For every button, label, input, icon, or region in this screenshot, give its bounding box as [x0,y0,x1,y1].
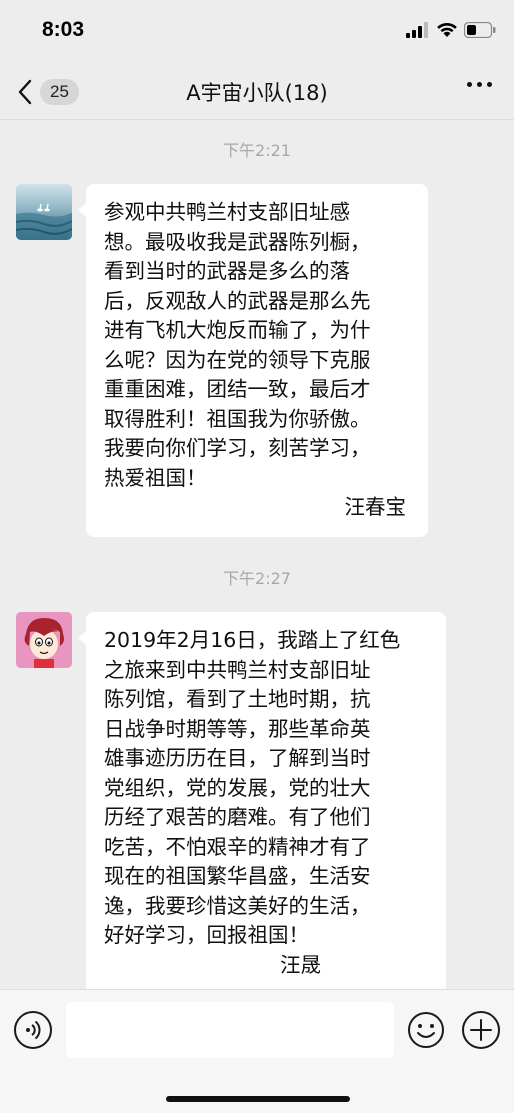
status-bar: 8:03 [0,0,514,62]
chat-area[interactable]: 下午2:21 参观中共鸭兰村支部旧址感 想。最吸收我是武器陈列橱， 看到当时的武… [0,121,514,989]
lake-photo-avatar[interactable] [16,184,72,240]
wifi-icon [437,22,457,37]
emoji-button[interactable] [407,1011,445,1049]
cartoon-girl-avatar[interactable] [16,612,72,668]
more-button[interactable] [467,82,492,87]
message-input[interactable] [66,1002,394,1058]
home-indicator[interactable] [166,1096,350,1102]
battery-icon [464,22,496,38]
message-text: 2019年2月16日，我踏上了红色 之旅来到中共鸭兰村支部旧址 陈列馆，看到了土… [104,628,401,947]
input-bar [0,989,514,1113]
message-timestamp: 下午2:21 [223,141,291,160]
emoji-icon [408,1012,444,1048]
message-text: 参观中共鸭兰村支部旧址感 想。最吸收我是武器陈列橱， 看到当时的武器是多么的落 … [104,200,371,490]
message-bubble[interactable]: 参观中共鸭兰村支部旧址感 想。最吸收我是武器陈列橱， 看到当时的武器是多么的落 … [78,184,428,537]
message-signature: 汪春宝 [344,495,407,519]
voice-button[interactable] [14,1011,52,1049]
voice-icon [26,1020,41,1040]
plus-icon [470,1019,492,1041]
status-time: 8:03 [42,18,85,41]
plus-button[interactable] [462,1011,500,1049]
message-bubble[interactable]: 2019年2月16日，我踏上了红色 之旅来到中共鸭兰村支部旧址 陈列馆，看到了土… [78,612,446,989]
status-icons [406,22,496,38]
nav-bar: 25 A宇宙小队(18) [0,62,514,120]
signal-icon [406,22,428,38]
message-timestamp: 下午2:27 [223,569,291,588]
message-signature: 汪晟 [280,952,321,977]
chat-title: A宇宙小队(18) [186,81,328,105]
more-icon [467,82,472,87]
